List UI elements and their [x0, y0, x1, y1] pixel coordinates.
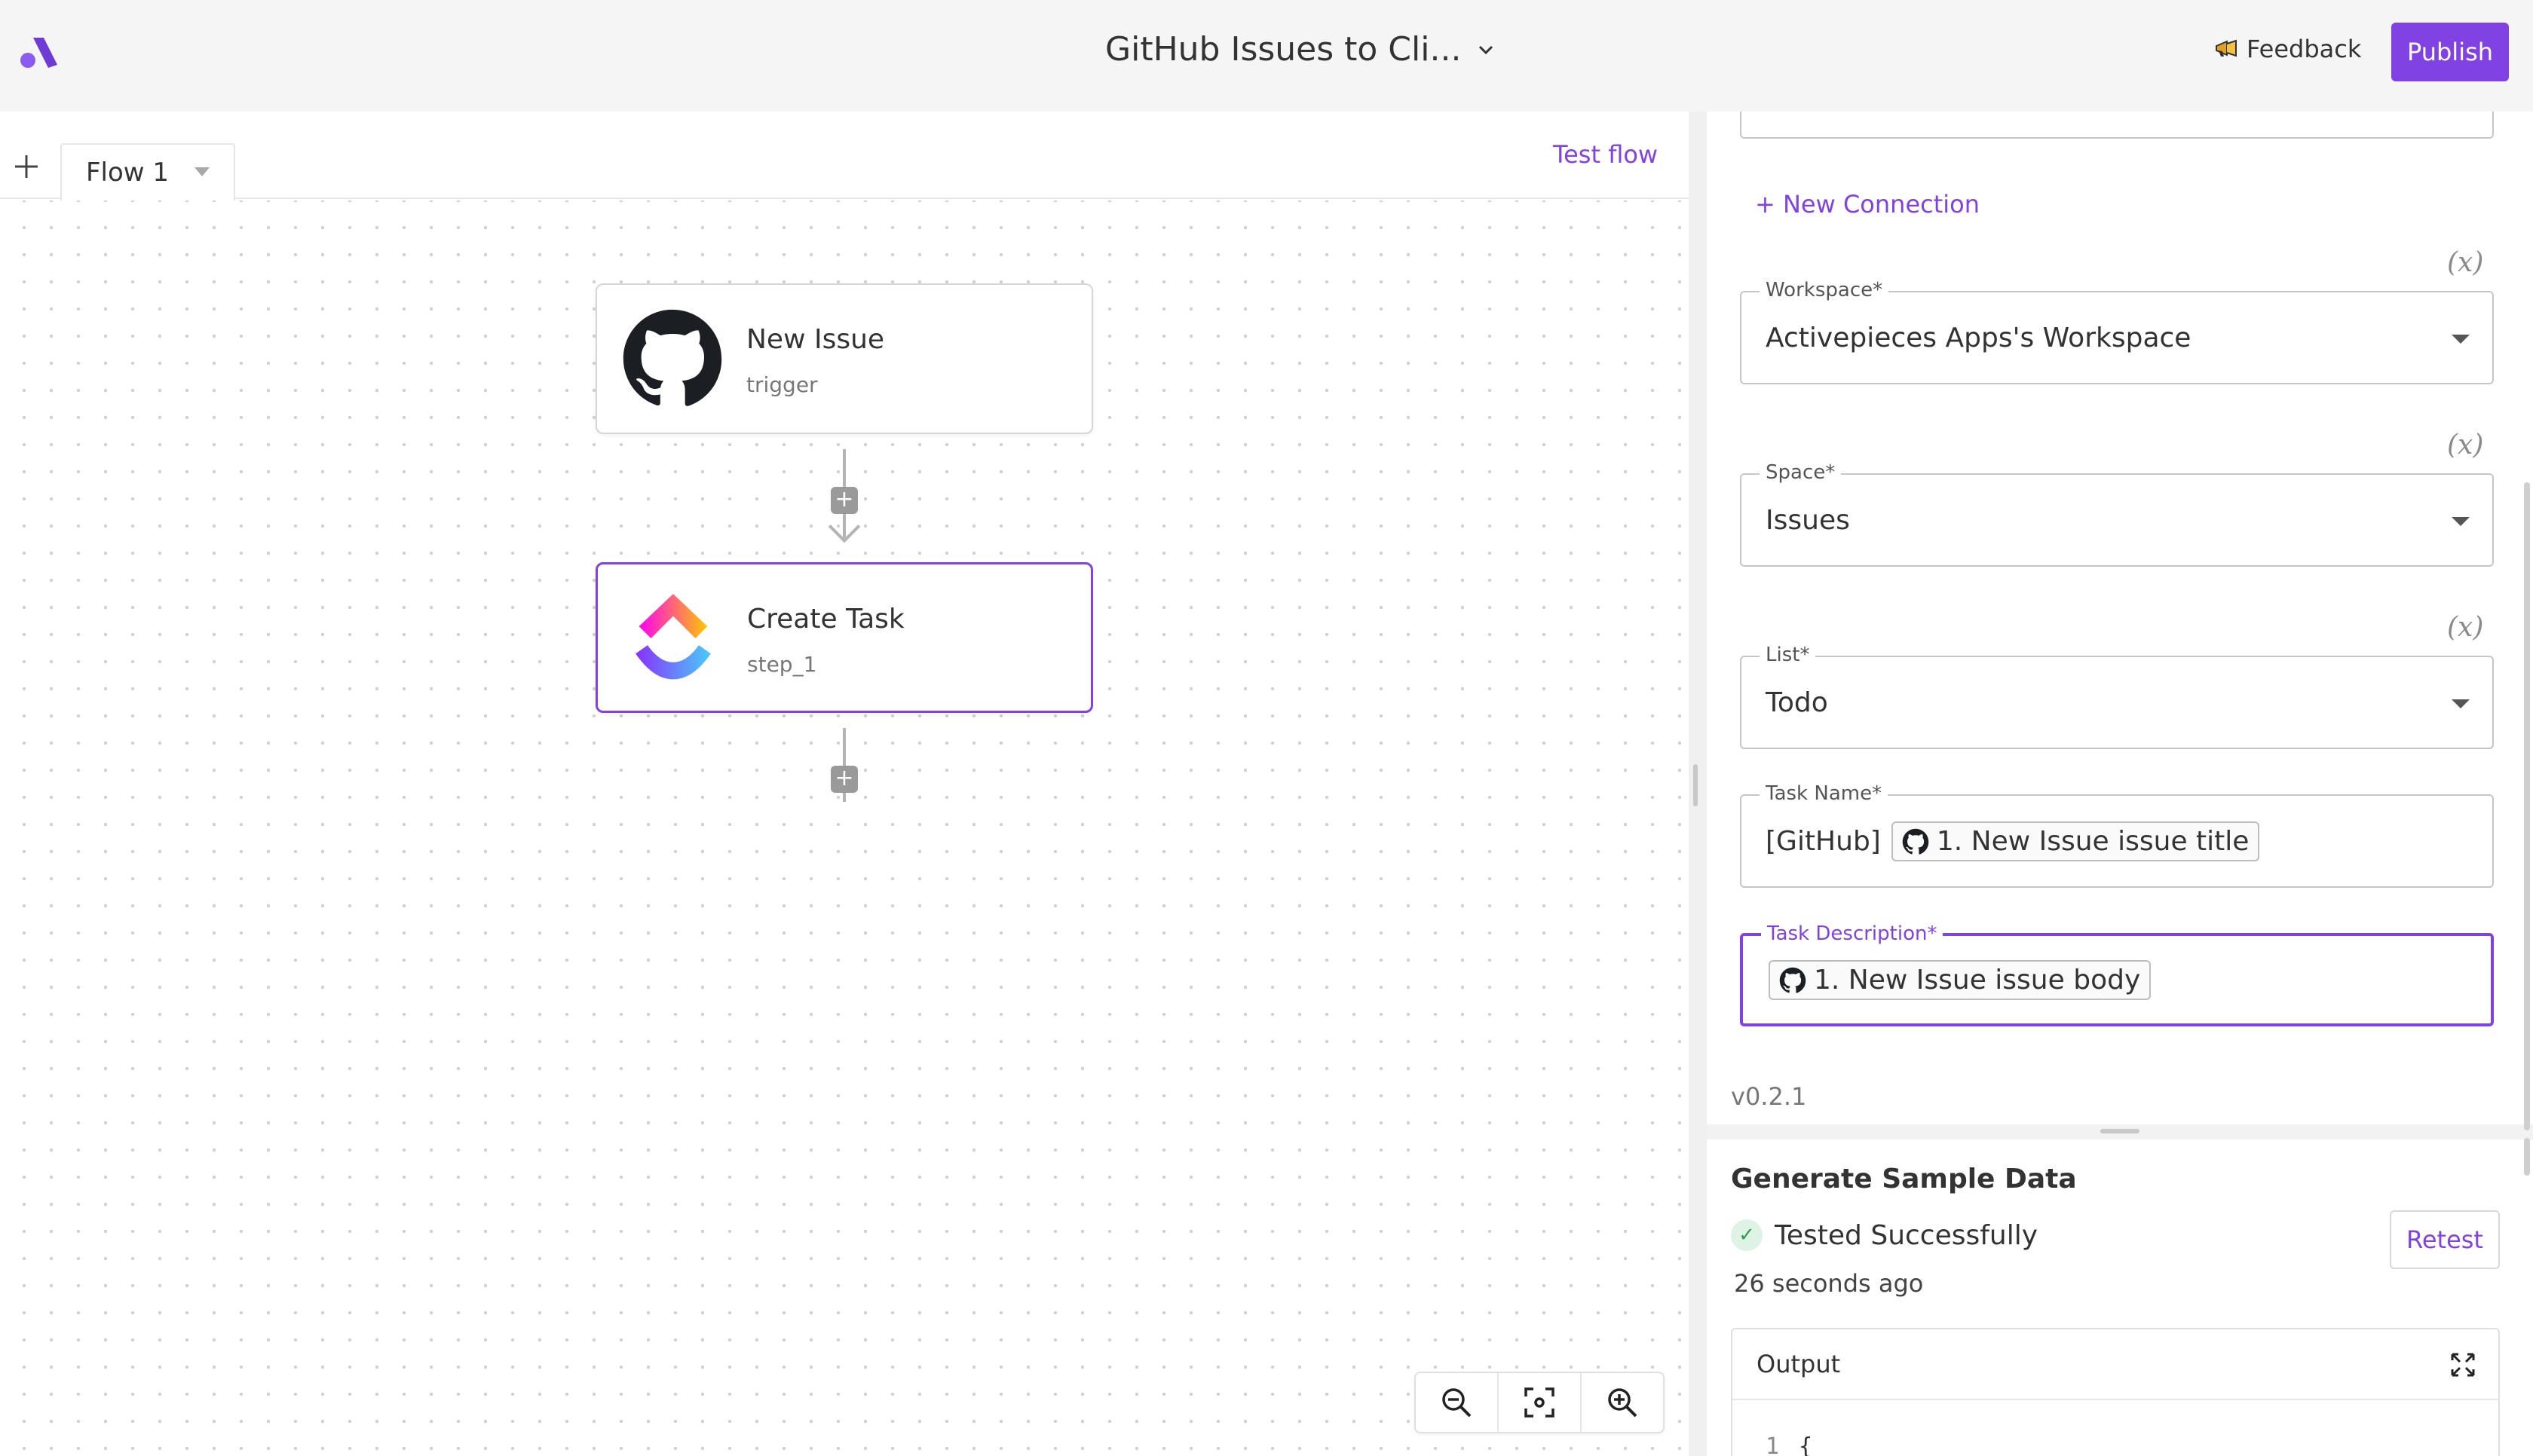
- publish-button[interactable]: Publish: [2391, 23, 2509, 81]
- space-dropdown[interactable]: Space* Issues: [1740, 461, 2494, 567]
- list-label: List*: [1760, 644, 1816, 666]
- dropdown-arrow-icon: [2452, 335, 2470, 344]
- resize-handle[interactable]: [2100, 1129, 2139, 1133]
- workspace-value: Activepieces Apps's Workspace: [1766, 323, 2191, 353]
- dropdown-arrow-icon: [2452, 699, 2470, 708]
- test-status-label: Tested Successfully: [1775, 1219, 2038, 1251]
- task-name-label: Task Name*: [1760, 782, 1888, 805]
- output-label: Output: [1757, 1350, 1841, 1378]
- code-text: {: [1799, 1433, 1813, 1456]
- dynamic-value-toggle[interactable]: (x): [2447, 247, 2483, 278]
- node-title: Create Task: [747, 604, 905, 635]
- new-connection-link[interactable]: + New Connection: [1755, 190, 1980, 219]
- add-step-button[interactable]: +: [831, 487, 858, 514]
- dynamic-value-toggle[interactable]: (x): [2447, 612, 2483, 643]
- chevron-down-icon: [1479, 45, 1493, 54]
- connector-arrow: [828, 510, 861, 543]
- output-header: Output: [1732, 1329, 2498, 1400]
- zoom-controls: [1414, 1372, 1665, 1433]
- code-line-number: 1: [1766, 1433, 1780, 1456]
- megaphone-icon: [2216, 39, 2237, 57]
- task-description-input[interactable]: Task Description* 1. New Issue issue bod…: [1740, 922, 2494, 1026]
- zoom-out-icon: [1442, 1388, 1472, 1418]
- space-label: Space*: [1760, 461, 1842, 484]
- tab-label: Flow 1: [86, 158, 170, 188]
- data-reference-chip[interactable]: 1. New Issue issue title: [1891, 821, 2260, 861]
- list-value: Todo: [1766, 687, 1828, 718]
- output-code: 1{: [1766, 1433, 1812, 1456]
- data-reference-chip[interactable]: 1. New Issue issue body: [1769, 960, 2152, 1000]
- connection-select[interactable]: [1740, 112, 2494, 139]
- tab-flow-1[interactable]: Flow 1: [60, 143, 235, 200]
- workspace-label: Workspace*: [1760, 279, 1889, 301]
- output-viewer: Output 1{: [1731, 1328, 2500, 1456]
- step-settings-panel: + New Connection (x) Workspace* Activepi…: [1707, 112, 2533, 1456]
- trigger-node-new-issue[interactable]: New Issue trigger: [596, 283, 1093, 434]
- github-icon: [1902, 828, 1929, 855]
- generate-sample-data-title: Generate Sample Data: [1731, 1164, 2077, 1194]
- feedback-button[interactable]: Feedback: [2215, 35, 2361, 63]
- splitter-grip[interactable]: [1693, 764, 1698, 806]
- piece-version: v0.2.1: [1731, 1082, 1807, 1111]
- test-time-ago: 26 seconds ago: [1734, 1269, 1924, 1298]
- task-name-prefix: [GitHub]: [1766, 826, 1881, 857]
- test-flow-link[interactable]: Test flow: [1553, 140, 1658, 169]
- sample-scrollbar[interactable]: [2524, 1138, 2530, 1176]
- top-header: GitHub Issues to Cli... Feedback Publish: [0, 0, 2533, 112]
- add-tab-plus-icon[interactable]: [14, 154, 39, 179]
- caret-down-icon[interactable]: [194, 167, 210, 176]
- list-dropdown[interactable]: List* Todo: [1740, 644, 2494, 749]
- node-subtitle: trigger: [746, 372, 818, 397]
- fit-view-icon: [1524, 1387, 1554, 1418]
- space-value: Issues: [1766, 505, 1850, 536]
- node-title: New Issue: [746, 324, 885, 355]
- retest-button[interactable]: Retest: [2390, 1210, 2500, 1269]
- task-description-content: 1. New Issue issue body: [1769, 960, 2152, 1001]
- panel-resize-divider[interactable]: [1707, 1124, 2533, 1139]
- zoom-out-button[interactable]: [1416, 1373, 1499, 1432]
- task-description-label: Task Description*: [1761, 922, 1943, 945]
- flow-tabs-bar: Flow 1 Test flow: [0, 112, 1689, 200]
- flow-name: GitHub Issues to Cli...: [1105, 30, 1462, 69]
- zoom-in-icon: [1608, 1388, 1637, 1418]
- panel-scrollbar[interactable]: [2524, 482, 2530, 1130]
- workspace-dropdown[interactable]: Workspace* Activepieces Apps's Workspace: [1740, 279, 2494, 384]
- expand-icon[interactable]: [2450, 1352, 2476, 1378]
- task-name-input[interactable]: Task Name* [GitHub] 1. New Issue issue t…: [1740, 782, 2494, 888]
- flow-name-dropdown[interactable]: GitHub Issues to Cli...: [1105, 30, 1494, 69]
- dropdown-arrow-icon: [2452, 517, 2470, 526]
- activepieces-logo-icon[interactable]: [18, 35, 59, 71]
- github-icon: [623, 309, 722, 406]
- add-step-button[interactable]: +: [831, 766, 858, 793]
- fit-view-button[interactable]: [1499, 1373, 1582, 1432]
- task-name-content: [GitHub] 1. New Issue issue title: [1766, 821, 2260, 861]
- feedback-label: Feedback: [2247, 35, 2362, 63]
- panel-splitter[interactable]: [1689, 112, 1707, 1456]
- check-circle-icon: ✓: [1731, 1219, 1763, 1251]
- chip-label: 1. New Issue issue body: [1814, 965, 2141, 996]
- clickup-icon: [636, 594, 711, 680]
- node-subtitle: step_1: [747, 652, 817, 677]
- flow-canvas[interactable]: New Issue trigger + Create Task step_1 +: [0, 200, 1689, 1456]
- zoom-in-button[interactable]: [1582, 1373, 1663, 1432]
- dynamic-value-toggle[interactable]: (x): [2447, 430, 2483, 460]
- test-status: ✓ Tested Successfully: [1731, 1219, 2038, 1251]
- action-node-create-task[interactable]: Create Task step_1: [596, 562, 1093, 713]
- github-icon: [1779, 967, 1806, 993]
- chip-label: 1. New Issue issue title: [1936, 826, 2250, 857]
